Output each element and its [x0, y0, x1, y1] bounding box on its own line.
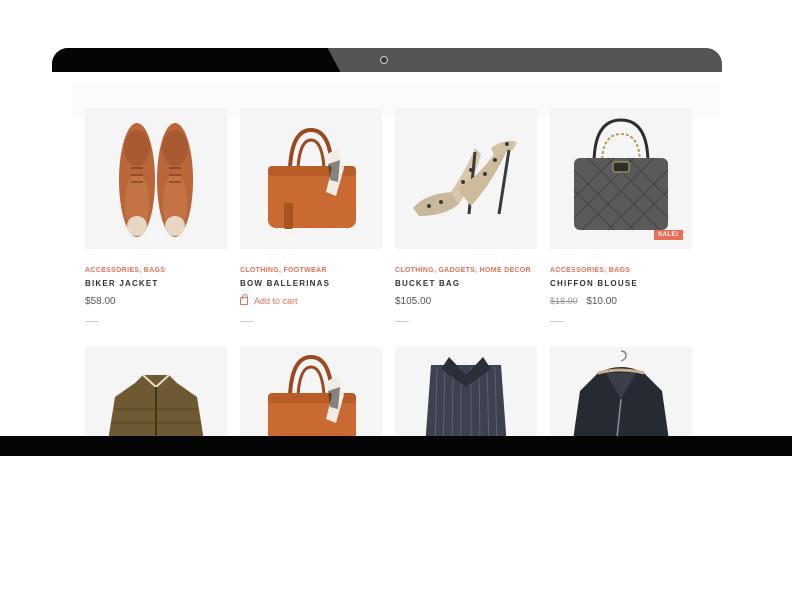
product-title[interactable]: BIKER JACKET	[85, 279, 159, 288]
camera-icon	[380, 56, 388, 64]
product-image-handbag[interactable]	[240, 108, 382, 249]
product-categories[interactable]: ACCESSORIES, BAGS	[85, 267, 165, 274]
card-divider	[85, 321, 99, 322]
old-price: $18.00	[550, 296, 578, 306]
product-title[interactable]: CHIFFON BLOUSE	[550, 279, 638, 288]
laptop-screen: ACCESSORIES, BAGS BIKER JACKET $58.00 CL…	[52, 72, 722, 436]
product-title[interactable]: BUCKET BAG	[395, 279, 460, 288]
add-to-cart-button[interactable]: Add to cart	[240, 294, 298, 306]
tan-handbag-image-2	[268, 354, 356, 436]
shopping-bag-icon	[240, 294, 248, 305]
striped-shirt-image	[425, 357, 507, 436]
card-divider	[550, 321, 564, 322]
card-divider	[395, 321, 409, 322]
product-categories[interactable]: CLOTHING, FOOTWEAR	[240, 267, 327, 274]
product-image-handbag-2[interactable]	[240, 347, 382, 436]
sale-badge: SALE!	[654, 230, 683, 240]
product-price: $105.00	[395, 296, 432, 307]
product-image-heels[interactable]	[395, 108, 537, 249]
product-image-shirt[interactable]	[395, 347, 537, 436]
laptop-lid	[52, 48, 722, 72]
lid-dark-panel	[52, 48, 322, 72]
leopard-heels-image	[413, 140, 517, 216]
product-image-leather-jacket[interactable]	[550, 347, 692, 436]
product-image-shoes[interactable]	[85, 108, 227, 249]
brogue-shoes-image	[119, 123, 193, 237]
product-categories[interactable]: ACCESSORIES, BAGS	[550, 267, 630, 274]
product-image-quilted-bag[interactable]: SALE!	[550, 108, 692, 249]
product-price: $58.00	[85, 296, 116, 307]
product-title[interactable]: BOW BALLERINAS	[240, 279, 330, 288]
quilted-bag-image	[573, 118, 669, 231]
product-categories[interactable]: CLOTHING, GADGETS, HOME DECOR	[395, 267, 531, 274]
add-to-cart-label: Add to cart	[254, 296, 298, 306]
sale-price: $10.00	[586, 296, 617, 307]
laptop-base	[0, 436, 792, 456]
leather-jacket-image	[573, 350, 669, 436]
card-divider	[240, 321, 254, 322]
product-price: $18.00 $10.00	[550, 296, 617, 307]
quilted-jacket-image	[108, 374, 204, 436]
product-image-quilted-jacket[interactable]	[85, 347, 227, 436]
tan-handbag-image	[268, 127, 356, 229]
